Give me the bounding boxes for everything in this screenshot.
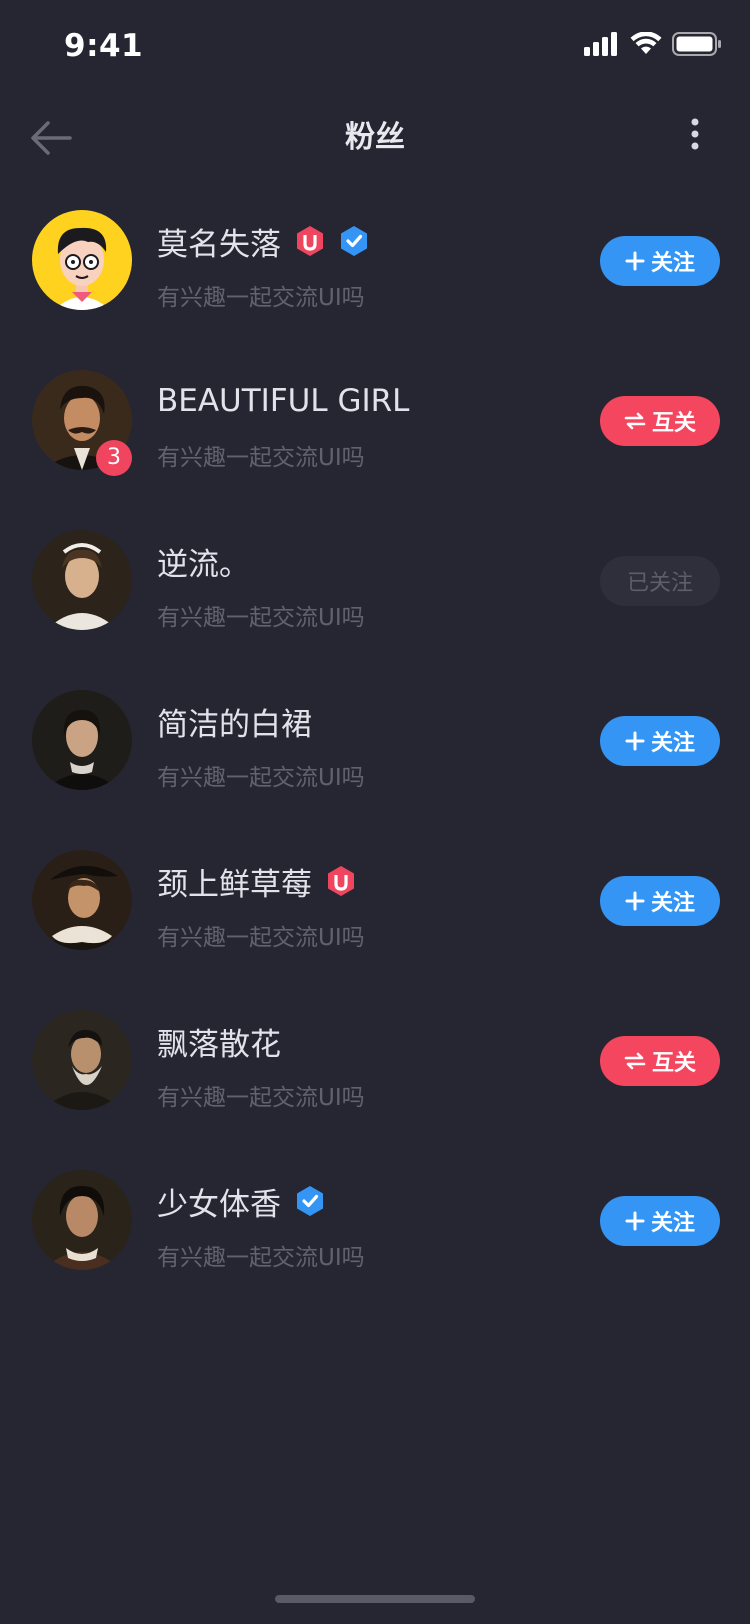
fan-name: 飘落散花 xyxy=(157,1026,281,1063)
fans-screen: 9:41 粉丝 莫名失落 有兴趣一起交流UI吗 关注 3 BEAUTIFUL G… xyxy=(0,0,750,1624)
plus-icon xyxy=(625,1211,645,1231)
fan-list-item[interactable]: 逆流。 有兴趣一起交流UI吗 已关注 xyxy=(0,502,750,662)
fan-name: 莫名失落 xyxy=(157,226,281,263)
fan-list-item[interactable]: 简洁的白裙 有兴趣一起交流UI吗 关注 xyxy=(0,662,750,822)
name-line: 飘落散花 xyxy=(157,1020,281,1063)
avatar[interactable] xyxy=(32,530,132,630)
fan-subtitle: 有兴趣一起交流UI吗 xyxy=(157,605,365,631)
portrait-avatar-image xyxy=(32,850,132,950)
follow-button-label: 关注 xyxy=(650,891,695,916)
plus-icon xyxy=(625,251,645,271)
fan-name: BEAUTIFUL GIRL xyxy=(157,383,410,419)
follow-button-label: 关注 xyxy=(650,731,695,756)
fan-name: 颈上鲜草莓 xyxy=(157,866,312,903)
follow-button[interactable]: 关注 xyxy=(600,1196,720,1246)
cartoon-avatar-image xyxy=(32,210,132,310)
avatar[interactable] xyxy=(32,690,132,790)
swap-arrows-icon xyxy=(624,412,646,430)
mutual-follow-button[interactable]: 互关 xyxy=(600,1036,720,1086)
fan-list-item[interactable]: 少女体香 有兴趣一起交流UI吗 关注 xyxy=(0,1142,750,1302)
home-indicator[interactable] xyxy=(275,1595,475,1603)
follow-button[interactable]: 关注 xyxy=(600,236,720,286)
portrait-avatar-image xyxy=(32,530,132,630)
page-title: 粉丝 xyxy=(345,120,405,155)
fan-name: 简洁的白裙 xyxy=(157,706,312,743)
plus-icon xyxy=(625,731,645,751)
more-button[interactable] xyxy=(680,108,710,168)
fan-subtitle: 有兴趣一起交流UI吗 xyxy=(157,285,365,311)
avatar[interactable] xyxy=(32,210,132,310)
status-time: 9:41 xyxy=(64,28,144,64)
portrait-avatar-image xyxy=(32,1170,132,1270)
mutual-follow-button[interactable]: 互关 xyxy=(600,396,720,446)
name-line: 莫名失落 xyxy=(157,220,369,263)
nav-bar: 粉丝 xyxy=(0,94,750,182)
name-line: 颈上鲜草莓 xyxy=(157,860,356,903)
name-line: BEAUTIFUL GIRL xyxy=(157,380,409,422)
u-badge-icon xyxy=(328,866,354,896)
mutual-button-label: 互关 xyxy=(651,411,696,436)
name-line: 简洁的白裙 xyxy=(157,700,312,743)
status-bar: 9:41 xyxy=(0,0,750,94)
avatar[interactable] xyxy=(32,850,132,950)
status-icons xyxy=(584,32,722,56)
cellular-signal-icon xyxy=(584,32,617,56)
follow-button[interactable]: 关注 xyxy=(600,716,720,766)
fan-list-item[interactable]: 莫名失落 有兴趣一起交流UI吗 关注 xyxy=(0,182,750,342)
follow-button[interactable]: 关注 xyxy=(600,876,720,926)
following-button[interactable]: 已关注 xyxy=(600,556,720,606)
fan-subtitle: 有兴趣一起交流UI吗 xyxy=(157,925,365,951)
mutual-button-label: 互关 xyxy=(651,1051,696,1076)
fan-subtitle: 有兴趣一起交流UI吗 xyxy=(157,445,365,471)
fan-subtitle: 有兴趣一起交流UI吗 xyxy=(157,1085,365,1111)
fan-subtitle: 有兴趣一起交流UI吗 xyxy=(157,1245,365,1271)
name-line: 逆流。 xyxy=(157,540,250,583)
fan-list-item[interactable]: 飘落散花 有兴趣一起交流UI吗 互关 xyxy=(0,982,750,1142)
portrait-avatar-image xyxy=(32,690,132,790)
swap-arrows-icon xyxy=(624,1052,646,1070)
fan-name: 少女体香 xyxy=(157,1186,281,1223)
follow-button-label: 关注 xyxy=(650,251,695,276)
wifi-icon xyxy=(630,32,662,54)
fan-list-item[interactable]: 颈上鲜草莓 有兴趣一起交流UI吗 关注 xyxy=(0,822,750,982)
avatar[interactable] xyxy=(32,1010,132,1110)
name-line: 少女体香 xyxy=(157,1180,325,1223)
fan-list: 莫名失落 有兴趣一起交流UI吗 关注 3 BEAUTIFUL GIRL 有兴趣一… xyxy=(0,182,750,1302)
following-button-label: 已关注 xyxy=(626,571,693,596)
follow-button-label: 关注 xyxy=(650,1211,695,1236)
avatar[interactable] xyxy=(32,1170,132,1270)
portrait-avatar-image xyxy=(32,1010,132,1110)
verified-icon xyxy=(297,1186,323,1216)
battery-icon xyxy=(672,32,721,56)
unread-count-badge: 3 xyxy=(96,440,132,476)
fan-list-item[interactable]: 3 BEAUTIFUL GIRL 有兴趣一起交流UI吗 互关 xyxy=(0,342,750,502)
more-vertical-icon xyxy=(691,118,699,150)
fan-name: 逆流。 xyxy=(157,546,250,583)
u-badge-icon xyxy=(297,226,323,256)
plus-icon xyxy=(625,891,645,911)
fan-subtitle: 有兴趣一起交流UI吗 xyxy=(157,765,365,791)
verified-icon xyxy=(341,226,367,256)
